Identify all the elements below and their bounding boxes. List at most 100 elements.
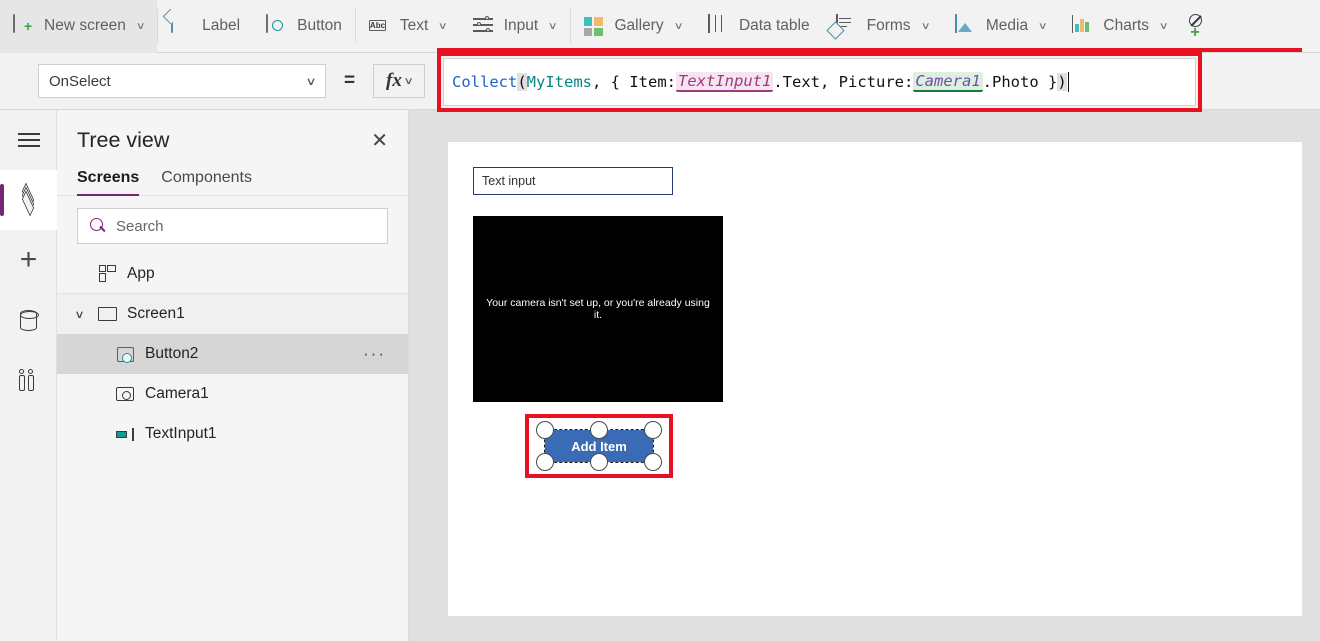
input-icon (473, 15, 495, 37)
text-caret (1068, 72, 1070, 92)
camera-error-message: Your camera isn't set up, or you're alre… (473, 297, 723, 321)
fx-label: fx (386, 70, 402, 92)
fx-button[interactable]: fx ∨ (373, 64, 425, 98)
rail-item-menu[interactable] (0, 110, 57, 170)
toolbar-label-input: Input (504, 17, 538, 35)
toolbar-item-button[interactable]: Button (253, 0, 355, 53)
search-input[interactable]: Search (77, 208, 388, 244)
chevron-down-icon[interactable]: ∨ (920, 21, 930, 32)
tab-components[interactable]: Components (161, 169, 252, 195)
toolbar-label-media: Media (986, 17, 1028, 35)
media-tools-icon (19, 369, 39, 391)
formula-token-prop-text: .Text (773, 73, 820, 91)
tree-node-label-app: App (127, 265, 155, 283)
toolbar-label-new-screen: New screen (44, 17, 126, 35)
data-icon (20, 310, 37, 331)
tab-screens[interactable]: Screens (77, 169, 139, 195)
tree-node-screen1[interactable]: ∨ Screen1 (57, 294, 408, 334)
power-apps-studio: New screen ∨ Label Button Abc Text ∨ Inp… (0, 0, 1320, 641)
formula-token-control-textinput1: TextInput1 (676, 72, 773, 92)
add-blocked-icon: + (1186, 14, 1208, 38)
canvas-add-item-button-label: Add Item (571, 439, 627, 454)
text-icon: Abc (369, 15, 391, 37)
canvas-camera-control[interactable]: Your camera isn't set up, or you're alre… (473, 216, 723, 402)
formula-token-function: Collect (452, 73, 517, 91)
chevron-down-icon[interactable]: ∨ (548, 21, 558, 32)
menu-icon (18, 133, 40, 147)
tree-view-title: Tree view (77, 128, 169, 153)
tree-node-app[interactable]: App (57, 254, 408, 294)
canvas-text-input[interactable]: Text input (473, 167, 673, 195)
tree-node-camera1[interactable]: Camera1 (57, 374, 408, 414)
tree-node-overflow-menu[interactable]: ··· (363, 344, 386, 364)
toolbar-item-data-table[interactable]: Data table (695, 0, 823, 53)
chevron-down-icon[interactable]: ∨ (136, 21, 146, 32)
app-canvas[interactable]: Text input Your camera isn't set up, or … (448, 142, 1302, 616)
resize-handle-bottom-center[interactable] (590, 453, 608, 471)
toolbar-item-more[interactable]: + (1180, 0, 1214, 53)
left-icon-rail: + (0, 110, 57, 641)
media-icon (955, 15, 977, 37)
chevron-down-icon[interactable]: ∨ (438, 21, 448, 32)
toolbar-item-input[interactable]: Input ∨ (460, 0, 570, 53)
formula-token-collection: MyItems (527, 73, 592, 91)
toolbar-item-label[interactable]: Label (158, 0, 253, 53)
new-screen-icon (13, 15, 35, 37)
resize-handle-top-center[interactable] (590, 421, 608, 439)
rail-item-insert[interactable]: + (0, 230, 57, 290)
toolbar-label-gallery: Gallery (615, 17, 664, 35)
tree-view-header: Tree view ✕ (57, 110, 408, 161)
tree-node-label-camera1: Camera1 (145, 385, 209, 403)
formula-token-picture-key: , Picture: (820, 73, 913, 91)
formula-token-record-open: , { Item: (592, 73, 676, 91)
chevron-down-icon: ∨ (305, 75, 316, 88)
chevron-down-icon[interactable]: ∨ (673, 21, 683, 32)
property-dropdown[interactable]: OnSelect ∨ (38, 64, 326, 98)
search-icon (90, 218, 106, 234)
button-icon (113, 347, 137, 362)
formula-input[interactable]: Collect( MyItems, { Item: TextInput1.Tex… (443, 58, 1196, 106)
canvas-text-input-value: Text input (482, 174, 536, 188)
toolbar-label-data-table: Data table (739, 17, 810, 35)
rail-item-tree-view[interactable] (0, 170, 57, 230)
tree-node-label-button2: Button2 (145, 345, 198, 363)
tree-view-panel: Tree view ✕ Screens Components Search Ap (57, 110, 409, 641)
rail-item-media-tools[interactable] (0, 350, 57, 410)
resize-handle-bottom-left[interactable] (536, 453, 554, 471)
formula-token-prop-photo: .Photo } (983, 73, 1058, 91)
toolbar-item-media[interactable]: Media ∨ (942, 0, 1060, 53)
toolbar-item-text[interactable]: Abc Text ∨ (356, 0, 460, 53)
canvas-area: Text input Your camera isn't set up, or … (409, 110, 1320, 641)
toolbar-label-label: Label (202, 17, 240, 35)
button-icon (266, 15, 288, 37)
app-icon (95, 265, 119, 282)
formula-token-control-camera1: Camera1 (913, 72, 982, 92)
resize-handle-top-left[interactable] (536, 421, 554, 439)
text-input-icon (113, 428, 137, 441)
insert-icon: + (20, 246, 38, 274)
tree-view-icon (17, 190, 41, 210)
rail-item-data[interactable] (0, 290, 57, 350)
property-dropdown-value: OnSelect (49, 73, 111, 90)
toolbar-accent-underline (437, 48, 1302, 52)
tree-node-label-textinput1: TextInput1 (145, 425, 217, 443)
toolbar-item-charts[interactable]: Charts ∨ (1059, 0, 1180, 53)
toolbar-item-forms[interactable]: Forms ∨ (823, 0, 942, 53)
resize-handle-top-right[interactable] (644, 421, 662, 439)
chevron-down-icon[interactable]: ∨ (1038, 21, 1048, 32)
tree-node-textinput1[interactable]: TextInput1 (57, 414, 408, 454)
forms-icon (836, 15, 858, 37)
close-icon[interactable]: ✕ (371, 132, 388, 150)
resize-handle-bottom-right[interactable] (644, 453, 662, 471)
toolbar-label-text: Text (400, 17, 428, 35)
formula-token-open-paren: ( (517, 73, 526, 91)
toolbar-item-new-screen[interactable]: New screen ∨ (0, 0, 157, 53)
toolbar-item-gallery[interactable]: Gallery ∨ (571, 0, 695, 53)
chevron-down-icon: ∨ (403, 76, 413, 87)
data-table-icon (708, 15, 730, 37)
chevron-down-icon[interactable]: ∨ (74, 308, 97, 321)
tree-node-button2[interactable]: Button2 ··· (57, 334, 408, 374)
gallery-icon (584, 15, 606, 37)
tree-view-tabs: Screens Components (57, 161, 408, 196)
chevron-down-icon[interactable]: ∨ (1159, 21, 1169, 32)
